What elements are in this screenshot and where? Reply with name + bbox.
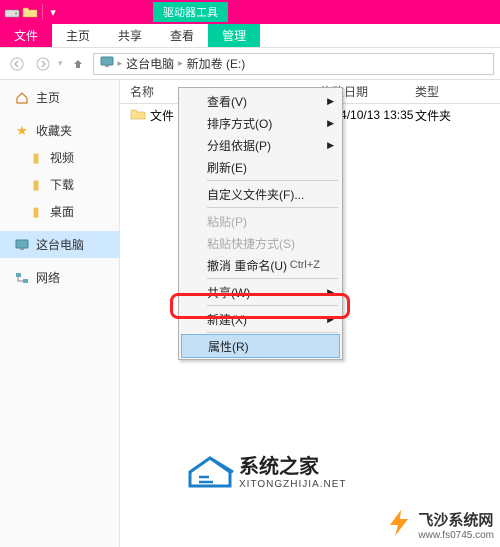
sidebar-item-desktop[interactable]: ▮ 桌面 [0,198,119,225]
pc-icon [100,56,114,71]
forward-button[interactable] [32,53,54,75]
ctx-separator [207,180,338,181]
folder-icon [130,107,146,124]
title-bar: ▾ 驱动器工具 [0,0,500,24]
submenu-arrow-icon: ▶ [327,287,334,298]
ctx-refresh[interactable]: 刷新(E) [181,156,340,178]
sidebar-item-downloads[interactable]: ▮ 下载 [0,171,119,198]
ctx-shortcut: Ctrl+Z [290,259,320,271]
menu-manage[interactable]: 管理 [208,24,260,47]
watermark-feisha: 飞沙系统网 www.fs0745.com [386,508,494,541]
menu-bar: 文件 主页 共享 查看 管理 [0,24,500,48]
folder-icon: ▮ [28,177,44,193]
pc-icon [14,237,30,253]
sidebar-item-videos[interactable]: ▮ 视频 [0,144,119,171]
menu-view[interactable]: 查看 [156,24,208,47]
sidebar-item-favorites[interactable]: ★ 收藏夹 [0,117,119,144]
ctx-separator [207,278,338,279]
watermark-title: 飞沙系统网 [418,509,494,530]
home-icon [14,90,30,106]
col-header-type[interactable]: 类型 [415,83,500,100]
sidebar-label: 这台电脑 [36,236,84,253]
chevron-icon: ▸ [178,58,183,69]
sidebar-label: 收藏夹 [36,122,72,139]
ctx-separator [207,305,338,306]
ctx-properties[interactable]: 属性(R) [181,334,340,358]
ctx-group[interactable]: 分组依据(P)▶ [181,134,340,156]
folder-icon: ▮ [28,204,44,220]
sidebar-label: 桌面 [50,203,74,220]
ctx-new[interactable]: 新建(X)▶ [181,308,340,330]
breadcrumb[interactable]: ▸ 这台电脑 ▸ 新加卷 (E:) [93,53,494,75]
menu-file[interactable]: 文件 [0,24,52,47]
ctx-paste: 粘贴(P) [181,210,340,232]
folder-open-icon[interactable] [22,5,38,19]
sidebar-item-this-pc[interactable]: 这台电脑 [0,231,119,258]
context-menu: 查看(V)▶ 排序方式(O)▶ 分组依据(P)▶ 刷新(E) 自定义文件夹(F)… [178,87,343,360]
tool-tab: 驱动器工具 [153,2,228,22]
star-icon: ★ [14,123,30,139]
network-icon [14,270,30,286]
watermark-title: 系统之家 [239,450,347,479]
dropdown-icon[interactable]: ▾ [45,5,61,19]
divider [42,4,43,20]
watermark-logo-icon [185,450,235,490]
ctx-view[interactable]: 查看(V)▶ [181,90,340,112]
watermark-flash-icon [386,508,412,541]
submenu-arrow-icon: ▶ [327,118,334,129]
sidebar-item-home[interactable]: 主页 [0,84,119,111]
menu-home[interactable]: 主页 [52,24,104,47]
sidebar-item-network[interactable]: 网络 [0,264,119,291]
file-name: 文件 [150,107,174,124]
drive-icon [4,5,20,19]
ctx-customize[interactable]: 自定义文件夹(F)... [181,183,340,205]
up-button[interactable] [67,53,89,75]
watermark-sub: XITONGZHIJIA.NET [239,479,347,490]
ctx-undo[interactable]: 撤消 重命名(U)Ctrl+Z [181,254,340,276]
ctx-paste-shortcut: 粘贴快捷方式(S) [181,232,340,254]
back-button[interactable] [6,53,28,75]
tool-tab-label: 驱动器工具 [153,2,228,22]
submenu-arrow-icon: ▶ [327,96,334,107]
sidebar-label: 下载 [50,176,74,193]
breadcrumb-volume[interactable]: 新加卷 (E:) [187,55,246,72]
ctx-sort[interactable]: 排序方式(O)▶ [181,112,340,134]
submenu-arrow-icon: ▶ [327,314,334,325]
menu-share[interactable]: 共享 [104,24,156,47]
folder-icon: ▮ [28,150,44,166]
ctx-separator [207,332,338,333]
sidebar-label: 视频 [50,149,74,166]
sidebar-label: 网络 [36,269,60,286]
sidebar: 主页 ★ 收藏夹 ▮ 视频 ▮ 下载 ▮ 桌面 这台电脑 [0,80,120,547]
history-dropdown-icon[interactable]: ▾ [58,58,63,69]
watermark-sub: www.fs0745.com [418,530,494,541]
sidebar-label: 主页 [36,89,60,106]
ctx-separator [207,207,338,208]
watermark-xitong: 系统之家 XITONGZHIJIA.NET [185,450,347,490]
breadcrumb-pc[interactable]: 这台电脑 [126,55,174,72]
chevron-icon: ▸ [118,58,123,69]
nav-bar: ▾ ▸ 这台电脑 ▸ 新加卷 (E:) [0,48,500,80]
ctx-share[interactable]: 共享(W)▶ [181,281,340,303]
file-type: 文件夹 [415,107,500,124]
submenu-arrow-icon: ▶ [327,140,334,151]
